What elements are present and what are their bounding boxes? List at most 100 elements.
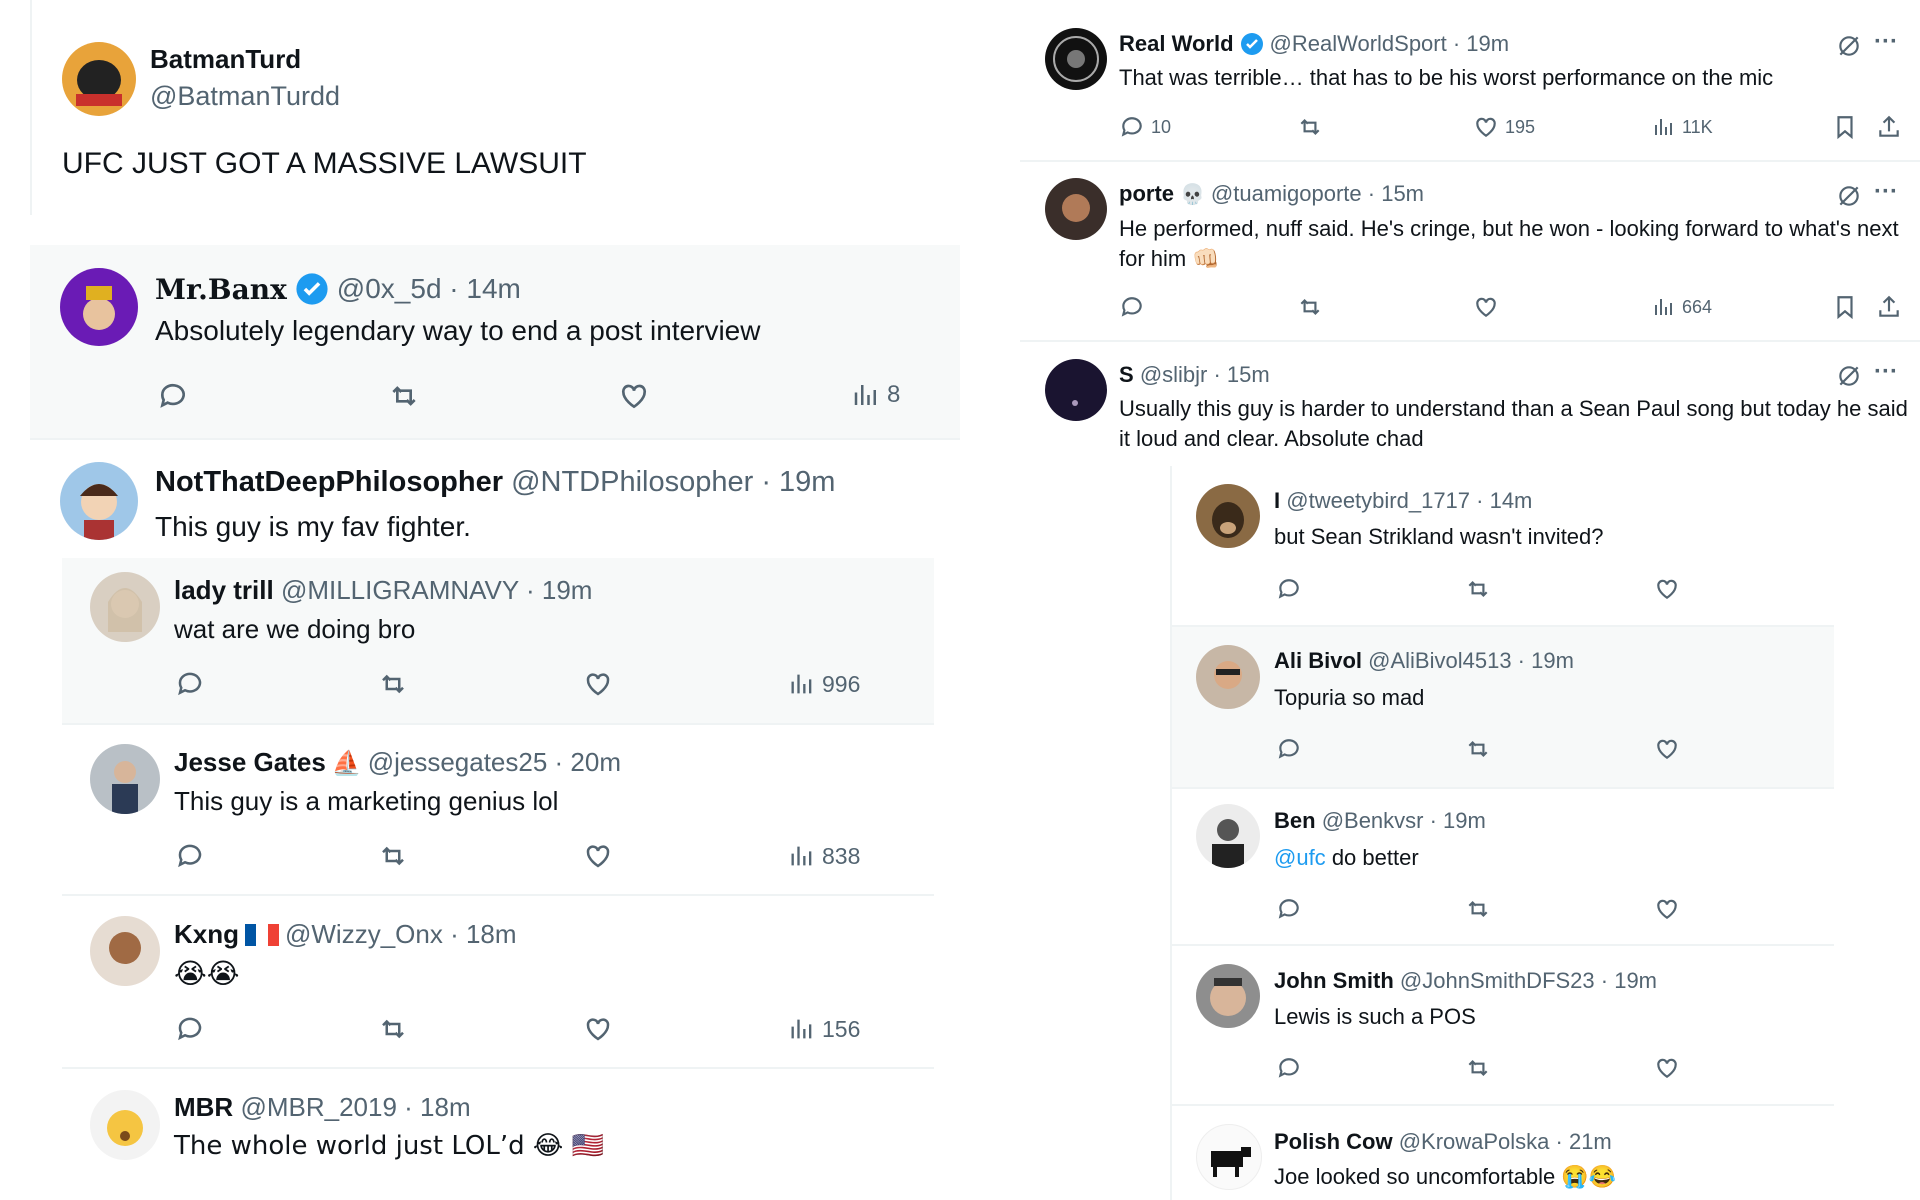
author-name[interactable]: S xyxy=(1119,362,1134,387)
tweet-text: wat are we doing bro xyxy=(174,614,416,644)
author-name[interactable]: Real World xyxy=(1119,31,1234,57)
avatar[interactable] xyxy=(62,42,136,116)
author-handle[interactable]: @RealWorldSport · 19m xyxy=(1270,31,1510,57)
more-icon[interactable]: ··· xyxy=(1874,178,1898,206)
more-icon[interactable]: ··· xyxy=(1874,358,1898,386)
retweet-button[interactable] xyxy=(1464,736,1492,762)
reply-button[interactable] xyxy=(175,841,205,871)
avatar[interactable] xyxy=(1196,964,1260,1028)
views-button[interactable]: 664 xyxy=(1652,295,1712,319)
retweet-button[interactable] xyxy=(1464,576,1492,602)
author-handle[interactable]: @BatmanTurdd xyxy=(150,81,340,112)
grok-icon xyxy=(1839,366,1859,386)
author-name[interactable]: I xyxy=(1274,488,1280,513)
retweet-button[interactable] xyxy=(376,841,410,871)
author-handle[interactable]: @slibjr · 15m xyxy=(1140,362,1270,387)
author-name[interactable]: Jesse Gates xyxy=(174,747,326,778)
avatar[interactable] xyxy=(60,268,138,346)
reply-button[interactable] xyxy=(157,380,189,412)
author-name[interactable]: Kxng xyxy=(174,919,239,950)
author-name[interactable]: lady trill xyxy=(174,575,274,605)
like-button[interactable] xyxy=(1654,1055,1680,1081)
author-name[interactable]: Polish Cow xyxy=(1274,1129,1393,1154)
author-name[interactable]: NotThatDeepPhilosopher xyxy=(155,466,503,498)
reply-button[interactable]: 10 xyxy=(1119,114,1171,140)
author-name[interactable]: Ben xyxy=(1274,808,1316,833)
author-handle[interactable]: @KrowaPolska · 21m xyxy=(1399,1129,1612,1154)
grok-button[interactable] xyxy=(1836,363,1862,389)
author-name[interactable]: Mr.Banx xyxy=(155,273,287,306)
avatar[interactable] xyxy=(1196,484,1260,548)
views-button[interactable]: 156 xyxy=(788,1015,860,1043)
like-button[interactable] xyxy=(1654,896,1680,922)
views-button[interactable]: 11K xyxy=(1652,115,1713,139)
author-handle[interactable]: @Benkvsr · 19m xyxy=(1322,808,1486,833)
author-handle[interactable]: @jessegates25 · 20m xyxy=(368,747,621,778)
retweet-button[interactable] xyxy=(376,1014,410,1044)
author-handle[interactable]: @tweetybird_1717 · 14m xyxy=(1286,488,1532,513)
more-icon[interactable]: ··· xyxy=(1874,28,1898,56)
author-handle[interactable]: @JohnSmithDFS23 · 19m xyxy=(1400,968,1657,993)
like-button[interactable] xyxy=(583,669,613,699)
author-name[interactable]: MBR xyxy=(174,1092,233,1122)
avatar[interactable] xyxy=(90,916,160,986)
retweet-button[interactable] xyxy=(386,380,422,412)
person-avatar-icon xyxy=(1062,194,1090,222)
author-handle[interactable]: @tuamigoporte · 15m xyxy=(1211,181,1424,207)
tweet-text: Lewis is such a POS xyxy=(1274,1004,1476,1029)
reply-button[interactable] xyxy=(175,669,205,699)
mention-link[interactable]: @ufc xyxy=(1274,845,1326,870)
reply-button[interactable] xyxy=(1276,576,1302,602)
author-handle[interactable]: @0x_5d · 14m xyxy=(337,273,521,305)
retweet-button[interactable] xyxy=(1296,294,1324,320)
bookmark-button[interactable] xyxy=(1832,294,1858,320)
author-name[interactable]: porte xyxy=(1119,181,1174,207)
author-handle[interactable]: @Wizzy_Onx · 18m xyxy=(285,919,517,950)
views-icon xyxy=(854,385,876,405)
avatar[interactable] xyxy=(60,462,138,540)
tweet-text: Absolutely legendary way to end a post i… xyxy=(155,315,761,346)
views-button[interactable]: 838 xyxy=(788,842,860,870)
share-button[interactable] xyxy=(1876,114,1902,140)
author-handle[interactable]: @AliBivol4513 · 19m xyxy=(1368,648,1574,673)
avatar[interactable] xyxy=(1045,178,1107,240)
views-button[interactable]: 8 xyxy=(851,380,900,410)
avatar[interactable] xyxy=(1196,645,1260,709)
reply-button[interactable] xyxy=(1276,896,1302,922)
author-name[interactable]: Ali Bivol xyxy=(1274,648,1362,673)
bookmark-button[interactable] xyxy=(1832,114,1858,140)
share-button[interactable] xyxy=(1876,294,1902,320)
retweet-button[interactable] xyxy=(1464,1055,1492,1081)
like-button[interactable]: 195 xyxy=(1473,114,1535,140)
grok-button[interactable] xyxy=(1836,183,1862,209)
reply-button[interactable] xyxy=(1276,736,1302,762)
like-button[interactable] xyxy=(1473,294,1499,320)
author-handle[interactable]: @NTDPhilosopher · 19m xyxy=(511,466,835,498)
retweet-button[interactable] xyxy=(1296,114,1324,140)
avatar[interactable] xyxy=(1045,359,1107,421)
retweet-button[interactable] xyxy=(376,669,410,699)
heart-icon xyxy=(621,384,647,409)
avatar[interactable] xyxy=(1045,28,1107,90)
like-button[interactable] xyxy=(583,841,613,871)
like-button[interactable] xyxy=(1654,576,1680,602)
author-name[interactable]: BatmanTurd xyxy=(150,44,301,75)
author-name[interactable]: John Smith xyxy=(1274,968,1394,993)
author-handle[interactable]: @MBR_2019 · 18m xyxy=(240,1092,470,1122)
avatar[interactable] xyxy=(1196,1124,1262,1190)
like-button[interactable] xyxy=(1654,736,1680,762)
like-button[interactable] xyxy=(583,1014,613,1044)
grok-button[interactable] xyxy=(1836,33,1862,59)
avatar[interactable] xyxy=(90,572,160,642)
avatar[interactable] xyxy=(90,744,160,814)
views-button[interactable]: 996 xyxy=(788,670,860,698)
reply-button[interactable] xyxy=(1119,294,1145,320)
avatar[interactable] xyxy=(1196,804,1260,868)
retweet-button[interactable] xyxy=(1464,896,1492,922)
reply-button[interactable] xyxy=(175,1014,205,1044)
author-handle[interactable]: @MILLIGRAMNAVY · 19m xyxy=(281,575,593,605)
avatar[interactable] xyxy=(90,1090,160,1160)
tweet-text: The whole world just LOL’d 😂 🇺🇸 xyxy=(174,1131,604,1161)
like-button[interactable] xyxy=(618,380,650,412)
reply-button[interactable] xyxy=(1276,1055,1302,1081)
